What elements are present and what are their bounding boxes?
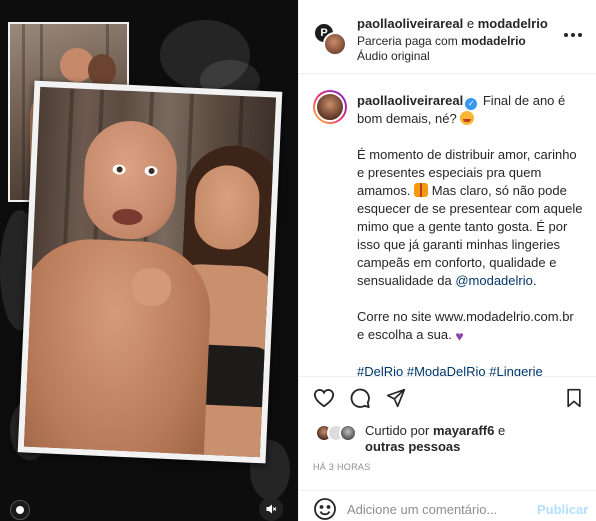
- hashtag-link[interactable]: #Lingerie: [489, 364, 543, 376]
- partner-username-link[interactable]: modadelrio: [478, 16, 548, 31]
- heart-icon[interactable]: [311, 385, 337, 411]
- more-dots-icon[interactable]: [561, 28, 585, 42]
- caption-para3: Corre no site www.modadelrio.com.br e es…: [357, 309, 574, 342]
- post-media[interactable]: [0, 0, 298, 521]
- post-header: P paollaoliveirareal e modadelrio Parcer…: [299, 0, 596, 74]
- action-bar: [299, 376, 596, 420]
- comment-bar: Publicar: [299, 490, 596, 521]
- purple-heart-emoji-icon: ♥: [455, 328, 464, 344]
- caption-username-link[interactable]: paollaoliveirareal: [357, 93, 463, 108]
- likes-connector: e: [498, 423, 506, 438]
- post-authors: paollaoliveirareal e modadelrio: [357, 16, 548, 31]
- verified-badge-icon: ✓: [465, 98, 478, 110]
- likes-prefix: Curtido por: [365, 423, 430, 438]
- collab-avatars[interactable]: P: [313, 22, 347, 56]
- mention-link[interactable]: @modadelrio: [455, 273, 533, 288]
- caption-text: paollaoliveirareal ✓ Final de ano é bom d…: [357, 92, 583, 376]
- share-icon[interactable]: [383, 385, 409, 411]
- tagged-users-icon[interactable]: [10, 500, 30, 520]
- caption-section: paollaoliveirareal ✓ Final de ano é bom d…: [299, 74, 596, 376]
- author-username-link[interactable]: paollaoliveirareal: [357, 16, 463, 31]
- caption-para2-end: .: [532, 273, 537, 288]
- likes-summary: Curtido por mayaraff6 e outras pessoas: [313, 420, 583, 456]
- other-likers-link[interactable]: outras pessoas: [365, 439, 460, 454]
- comment-icon[interactable]: [347, 385, 373, 411]
- partnership-prefix: Parceria paga com: [357, 34, 458, 48]
- gift-emoji-icon: [414, 183, 429, 197]
- audio-label-link[interactable]: Áudio original: [357, 49, 430, 63]
- authors-conjunction: e: [466, 16, 475, 31]
- emoji-icon[interactable]: [313, 497, 337, 521]
- likes-text: Curtido por mayaraff6 e outras pessoas: [365, 423, 505, 455]
- post-timestamp[interactable]: HÁ 3 HORAS: [313, 462, 371, 472]
- smiling-face-hearts-emoji-icon: [460, 111, 475, 125]
- caption-author-avatar[interactable]: [313, 90, 347, 124]
- mute-icon[interactable]: [259, 497, 283, 521]
- hashtag-list: #DelRio #ModaDelRio #Lingerie: [357, 363, 583, 376]
- main-photo: [17, 80, 283, 464]
- bookmark-icon[interactable]: [561, 385, 587, 411]
- paid-partnership-label: Parceria paga com modadelrio: [357, 34, 526, 48]
- hashtag-link[interactable]: #DelRio: [357, 364, 403, 376]
- comment-input[interactable]: [347, 499, 527, 519]
- publish-button[interactable]: Publicar: [537, 502, 588, 517]
- partner-avatar[interactable]: [323, 32, 347, 56]
- hashtag-link[interactable]: #ModaDelRio: [407, 364, 486, 376]
- partnership-brand-link[interactable]: modadelrio: [461, 34, 526, 48]
- post-side-panel: P paollaoliveirareal e modadelrio Parcer…: [298, 0, 596, 521]
- liker-avatars[interactable]: [315, 424, 361, 444]
- liker-username-link[interactable]: mayaraff6: [433, 423, 494, 438]
